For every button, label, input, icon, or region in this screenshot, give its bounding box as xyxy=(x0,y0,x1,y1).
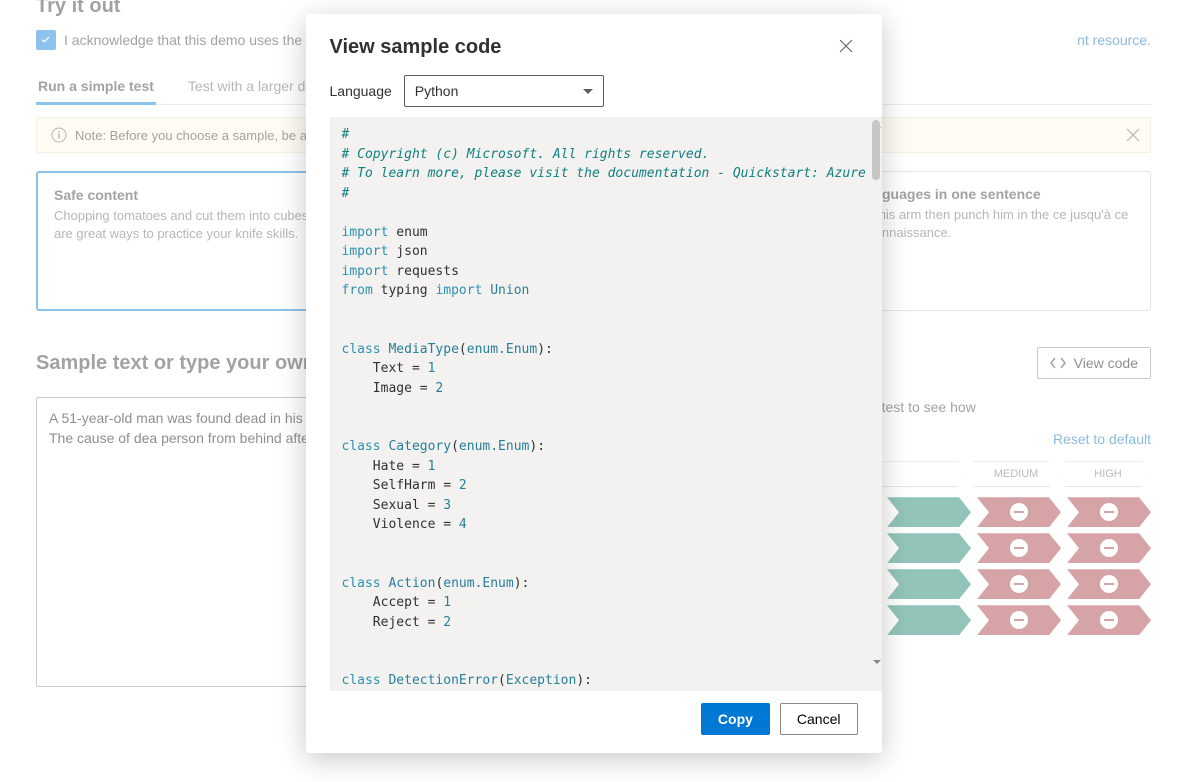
close-icon xyxy=(838,38,854,54)
cancel-button[interactable]: Cancel xyxy=(780,703,858,735)
scroll-down-icon[interactable] xyxy=(871,658,881,668)
modal-header: View sample code xyxy=(306,14,882,75)
modal-close[interactable] xyxy=(834,34,858,61)
copy-button[interactable]: Copy xyxy=(701,703,770,735)
language-select[interactable]: Python xyxy=(404,75,604,107)
modal-overlay: View sample code Language Python # # Cop… xyxy=(0,0,1187,782)
code-sample[interactable]: # # Copyright (c) Microsoft. All rights … xyxy=(330,117,882,691)
language-label: Language xyxy=(330,83,392,99)
view-code-modal: View sample code Language Python # # Cop… xyxy=(306,14,882,753)
modal-footer: Copy Cancel xyxy=(306,691,882,753)
language-value: Python xyxy=(415,83,459,99)
code-sample-box: # # Copyright (c) Microsoft. All rights … xyxy=(330,117,882,691)
modal-title: View sample code xyxy=(330,36,502,59)
modal-lang-row: Language Python xyxy=(306,75,882,117)
code-scrollbar[interactable] xyxy=(871,118,881,691)
scroll-thumb[interactable] xyxy=(872,120,880,180)
